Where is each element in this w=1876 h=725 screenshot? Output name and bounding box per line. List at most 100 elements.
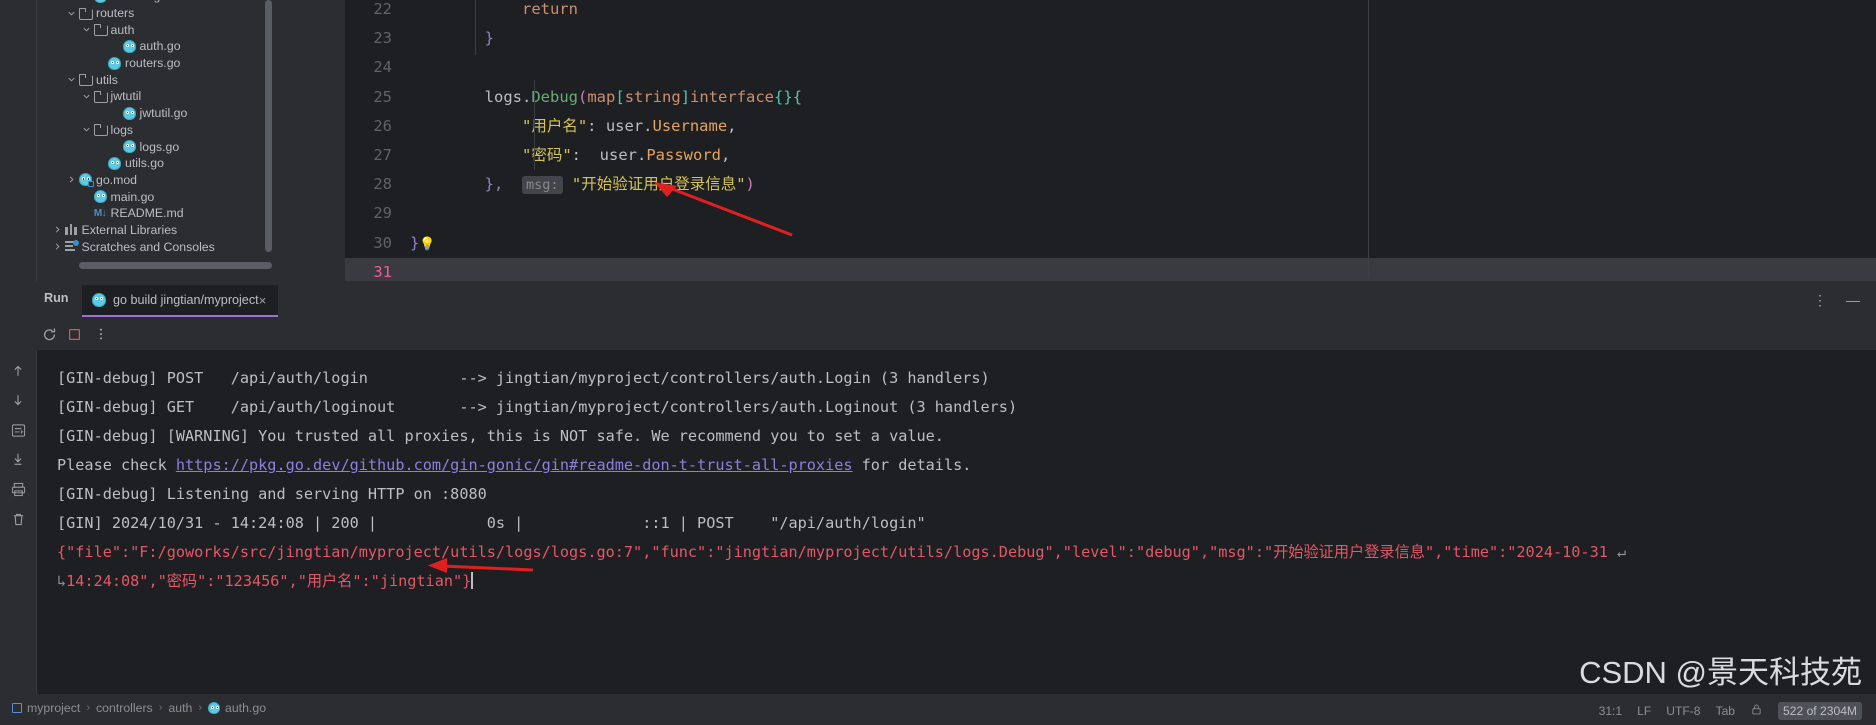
- library-icon: [63, 224, 80, 236]
- tree-item-routers-go[interactable]: routers.go: [37, 55, 274, 72]
- run-window-title: Run: [44, 291, 69, 305]
- code-token: "密码": [521, 146, 572, 164]
- project-tree-vertical-scrollbar[interactable]: [265, 0, 272, 258]
- code-token: user: [605, 116, 644, 135]
- chevron-right-icon[interactable]: [52, 225, 63, 234]
- code-line[interactable]: [404, 53, 1876, 82]
- line-number: 27: [373, 146, 392, 164]
- tree-item-utils-go[interactable]: utils.go: [37, 155, 274, 172]
- folder-icon: [77, 7, 94, 20]
- line-number: 22: [373, 0, 392, 18]
- soft-wrap-icon[interactable]: [8, 420, 28, 440]
- close-icon[interactable]: ×: [256, 294, 269, 307]
- lock-icon[interactable]: [1750, 703, 1763, 719]
- chevron-right-icon[interactable]: [52, 242, 63, 251]
- indent-setting[interactable]: Tab: [1716, 704, 1736, 718]
- code-line[interactable]: return: [404, 0, 1876, 24]
- scroll-down-icon[interactable]: [8, 390, 28, 410]
- line-number: 24: [373, 58, 392, 77]
- breadcrumb-item[interactable]: auth: [168, 701, 192, 715]
- code-line[interactable]: }: [404, 24, 1876, 53]
- console-link[interactable]: https://pkg.go.dev/github.com/gin-gonic/…: [176, 456, 853, 474]
- chevron-down-icon[interactable]: [81, 92, 92, 101]
- tree-item-label: routers: [96, 6, 135, 21]
- console-text: [GIN] 2024/10/31 - 14:24:08 | 200 | 0s |…: [57, 514, 926, 532]
- code-token: Password: [646, 146, 721, 164]
- editor-gutter[interactable]: 2223242526272829303132: [345, 0, 404, 310]
- clear-all-icon[interactable]: [8, 509, 28, 529]
- code-line[interactable]: }, msg: "开始验证用户登录信息"): [404, 170, 1876, 199]
- lightbulb-icon[interactable]: 💡: [419, 237, 435, 252]
- tree-item-label: go.mod: [96, 172, 138, 187]
- run-options-icon[interactable]: [92, 325, 110, 343]
- stop-button[interactable]: [65, 325, 83, 343]
- breadcrumb[interactable]: myproject › controllers › auth › auth.go: [12, 701, 266, 715]
- code-token: }: [484, 175, 494, 194]
- right-margin-guide: [1368, 0, 1369, 277]
- chevron-down-icon[interactable]: [81, 125, 92, 134]
- chevron-down-icon[interactable]: [81, 25, 92, 34]
- code-token: "开始验证用户登录信息": [571, 175, 746, 194]
- tree-item-routers[interactable]: routers: [37, 5, 274, 22]
- breadcrumb-item[interactable]: auth.go: [208, 701, 266, 715]
- code-token: .: [643, 116, 653, 135]
- tree-item-logs-go[interactable]: logs.go: [37, 138, 274, 155]
- breadcrumb-item[interactable]: controllers: [96, 701, 153, 715]
- scroll-to-end-icon[interactable]: [8, 449, 28, 469]
- minimize-icon[interactable]: —: [1846, 292, 1860, 308]
- code-token: ]: [680, 87, 691, 106]
- code-token: .: [521, 87, 532, 106]
- scroll-up-icon[interactable]: [8, 361, 28, 381]
- breadcrumb-item[interactable]: myproject: [12, 701, 80, 715]
- code-token: .: [636, 146, 647, 164]
- run-tab-label: go build jingtian/myproject: [113, 293, 259, 307]
- ide-window: models.goroutersauthauth.gorouters.gouti…: [0, 0, 1876, 725]
- tree-item-scratches-and-consoles[interactable]: Scratches and Consoles: [37, 238, 274, 255]
- project-tree-horizontal-scrollbar[interactable]: [79, 262, 274, 269]
- folder-icon: [92, 124, 109, 137]
- code-line[interactable]: "密码": user.Password,: [404, 141, 1876, 170]
- caret-position[interactable]: 31:1: [1599, 704, 1623, 718]
- line-number: 30: [373, 233, 392, 252]
- code-line[interactable]: logs.Debug(map[string]interface{}{: [404, 83, 1876, 112]
- chevron-right-icon[interactable]: [66, 175, 77, 184]
- code-token: "用户名": [521, 116, 588, 135]
- tree-item-label: auth.go: [139, 39, 181, 54]
- project-tree-panel[interactable]: models.go routersauth auth.go routers.go uti…: [37, 0, 274, 277]
- editor-code-area[interactable]: return } logs.Debug(map[string]interface…: [404, 0, 1876, 310]
- tree-item-readme-md[interactable]: M↓ README.md: [37, 205, 274, 222]
- tree-item-auth[interactable]: auth: [37, 21, 274, 38]
- tree-item-jwtutil[interactable]: jwtutil: [37, 88, 274, 105]
- rerun-button[interactable]: [40, 325, 58, 343]
- code-line[interactable]: [404, 199, 1876, 228]
- run-tab-go-build[interactable]: go build jingtian/myproject ×: [82, 285, 278, 317]
- code-token: ,: [494, 175, 504, 194]
- code-editor[interactable]: 2223242526272829303132 return } logs.Deb…: [345, 0, 1876, 310]
- console-text: Please check: [57, 456, 176, 474]
- code-token: {: [792, 87, 803, 106]
- more-options-icon[interactable]: ⋮: [1813, 292, 1828, 309]
- tree-item-main-go[interactable]: main.go: [37, 188, 274, 205]
- chevron-down-icon[interactable]: [66, 75, 77, 84]
- console-text: [GIN-debug] [WARNING] You trusted all pr…: [57, 427, 944, 445]
- print-icon[interactable]: [8, 479, 28, 499]
- watermark: CSDN @景天科技苑: [1579, 655, 1862, 690]
- tree-item-logs[interactable]: logs: [37, 122, 274, 139]
- code-line[interactable]: "用户名": user.Username,: [404, 112, 1876, 141]
- memory-indicator[interactable]: 522 of 2304M: [1778, 702, 1862, 720]
- console-line: ↳14:24:08","密码":"123456","用户名":"jingtian…: [57, 567, 1876, 596]
- line-separator[interactable]: LF: [1637, 704, 1651, 718]
- tree-item-label: models.go: [109, 0, 168, 3]
- run-console-output[interactable]: [GIN-debug] POST /api/auth/login --> jin…: [37, 350, 1876, 694]
- code-line[interactable]: }💡: [404, 229, 1876, 258]
- tree-item-auth-go[interactable]: auth.go: [37, 38, 274, 55]
- file-encoding[interactable]: UTF-8: [1666, 704, 1700, 718]
- tree-item-external-libraries[interactable]: External Libraries: [37, 222, 274, 239]
- tree-item-utils[interactable]: utils: [37, 71, 274, 88]
- scratches-icon: [63, 240, 80, 252]
- chevron-down-icon[interactable]: [66, 9, 77, 18]
- tree-item-go-mod[interactable]: go.mod: [37, 172, 274, 189]
- tree-item-jwtutil-go[interactable]: jwtutil.go: [37, 105, 274, 122]
